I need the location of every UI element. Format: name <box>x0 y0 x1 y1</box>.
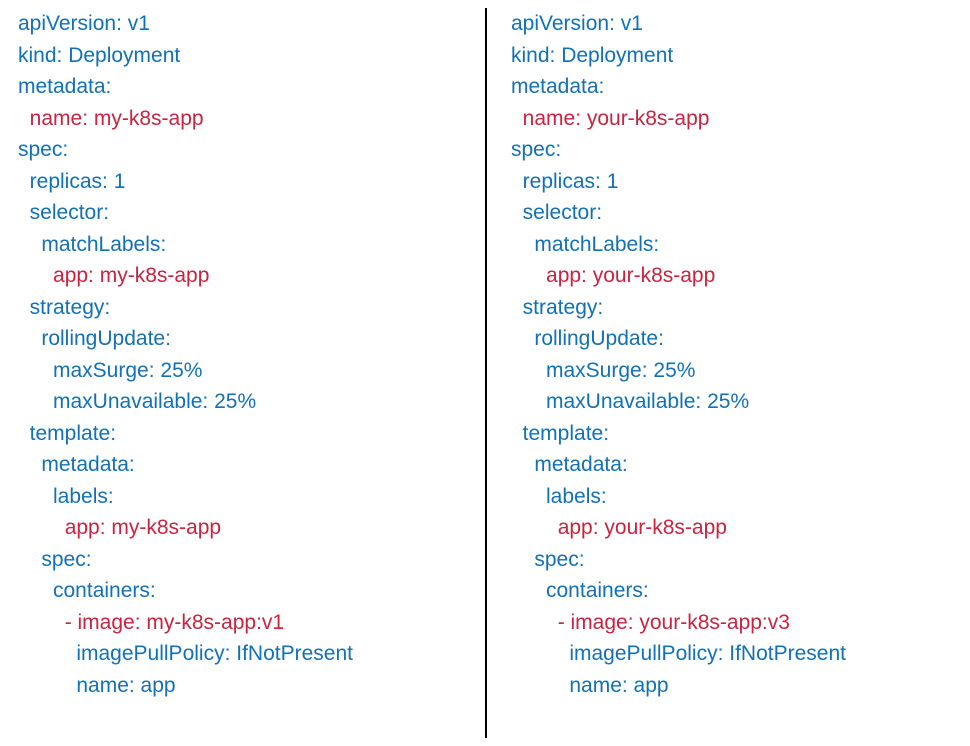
yaml-line-diff: name: your-k8s-app <box>511 103 968 135</box>
yaml-line: rollingUpdate: <box>18 323 475 355</box>
yaml-line: matchLabels: <box>511 229 968 261</box>
yaml-line: template: <box>18 418 475 450</box>
yaml-line-diff: - image: my-k8s-app:v1 <box>18 607 475 639</box>
yaml-line: rollingUpdate: <box>511 323 968 355</box>
yaml-line: imagePullPolicy: IfNotPresent <box>18 638 475 670</box>
yaml-line: maxUnavailable: 25% <box>511 386 968 418</box>
yaml-line-diff: app: my-k8s-app <box>18 512 475 544</box>
yaml-line: selector: <box>18 197 475 229</box>
yaml-line: labels: <box>18 481 475 513</box>
yaml-line: name: app <box>511 670 968 702</box>
yaml-line: spec: <box>18 134 475 166</box>
indent <box>511 264 546 287</box>
diff-text: - image: my-k8s-app:v1 <box>65 611 284 634</box>
yaml-line-diff: app: your-k8s-app <box>511 260 968 292</box>
diff-text: app: my-k8s-app <box>65 516 221 539</box>
indent <box>18 611 65 634</box>
indent <box>18 516 65 539</box>
yaml-line: metadata: <box>18 449 475 481</box>
yaml-line: spec: <box>18 544 475 576</box>
yaml-line: labels: <box>511 481 968 513</box>
diff-text: app: your-k8s-app <box>558 516 727 539</box>
indent <box>511 107 523 130</box>
yaml-line-diff: - image: your-k8s-app:v3 <box>511 607 968 639</box>
yaml-line: matchLabels: <box>18 229 475 261</box>
right-panel: apiVersion: v1 kind: Deployment metadata… <box>487 8 970 738</box>
yaml-line: imagePullPolicy: IfNotPresent <box>511 638 968 670</box>
yaml-line: metadata: <box>511 71 968 103</box>
indent <box>18 107 30 130</box>
diff-text: name: my-k8s-app <box>30 107 204 130</box>
yaml-line: containers: <box>511 575 968 607</box>
yaml-line: template: <box>511 418 968 450</box>
diff-container: apiVersion: v1 kind: Deployment metadata… <box>8 8 970 738</box>
yaml-line: spec: <box>511 134 968 166</box>
yaml-line: kind: Deployment <box>18 40 475 72</box>
yaml-line: metadata: <box>511 449 968 481</box>
yaml-line: maxSurge: 25% <box>18 355 475 387</box>
yaml-line: replicas: 1 <box>18 166 475 198</box>
yaml-line: strategy: <box>18 292 475 324</box>
indent <box>511 516 558 539</box>
yaml-line: name: app <box>18 670 475 702</box>
yaml-line-diff: app: your-k8s-app <box>511 512 968 544</box>
yaml-line-diff: name: my-k8s-app <box>18 103 475 135</box>
diff-text: app: your-k8s-app <box>546 264 715 287</box>
left-panel: apiVersion: v1 kind: Deployment metadata… <box>8 8 487 738</box>
yaml-line: metadata: <box>18 71 475 103</box>
diff-text: app: my-k8s-app <box>53 264 209 287</box>
yaml-line: spec: <box>511 544 968 576</box>
yaml-line: strategy: <box>511 292 968 324</box>
yaml-line-diff: app: my-k8s-app <box>18 260 475 292</box>
yaml-line: apiVersion: v1 <box>18 8 475 40</box>
indent <box>511 611 558 634</box>
diff-text: name: your-k8s-app <box>523 107 710 130</box>
indent <box>18 264 53 287</box>
diff-text: - image: your-k8s-app:v3 <box>558 611 790 634</box>
yaml-line: replicas: 1 <box>511 166 968 198</box>
yaml-line: selector: <box>511 197 968 229</box>
yaml-line: apiVersion: v1 <box>511 8 968 40</box>
yaml-line: kind: Deployment <box>511 40 968 72</box>
yaml-line: maxUnavailable: 25% <box>18 386 475 418</box>
yaml-line: maxSurge: 25% <box>511 355 968 387</box>
yaml-line: containers: <box>18 575 475 607</box>
